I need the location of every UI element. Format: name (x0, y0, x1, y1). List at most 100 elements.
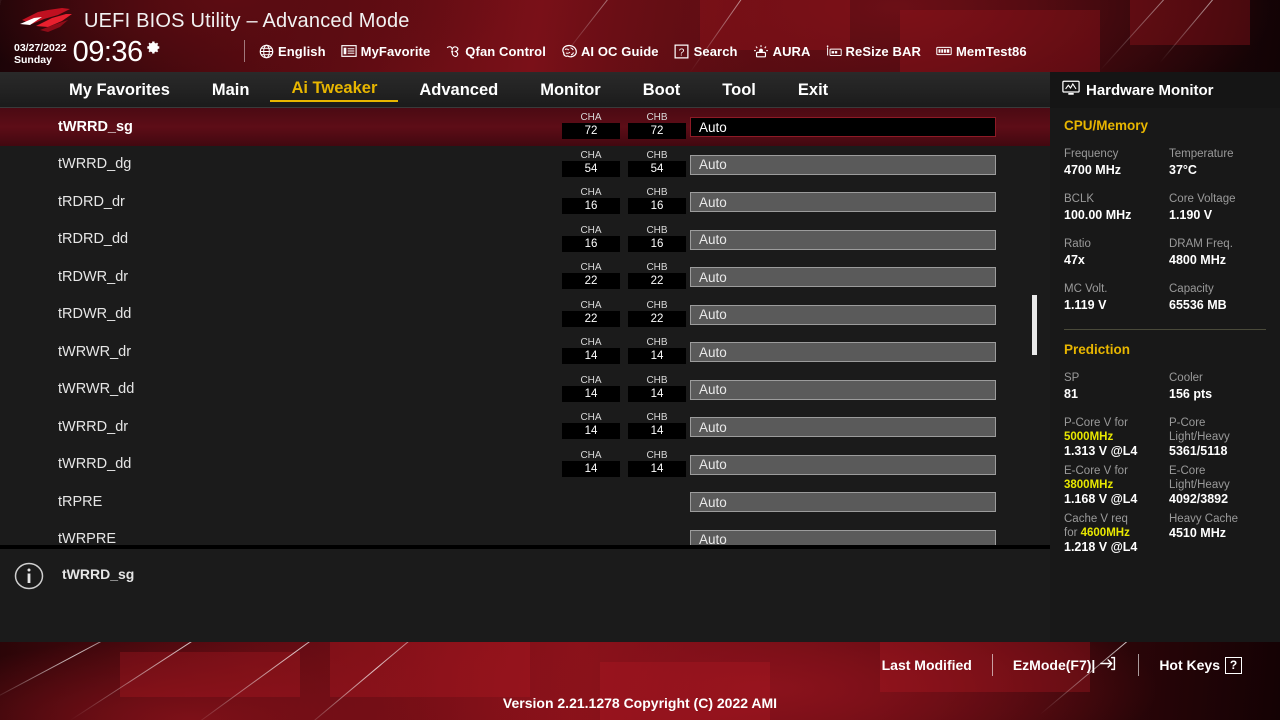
table-row[interactable]: tWRWR_dr CHA 14 CHB 14 Auto (0, 333, 1050, 371)
hotkeys-label: Hot Keys (1159, 657, 1220, 673)
hw-stat-value: 1.168 V @L4 (1064, 492, 1138, 506)
hotkeys-button[interactable]: Hot Keys ? (1139, 656, 1262, 674)
table-row[interactable]: tWRRD_dd CHA 14 CHB 14 Auto (0, 446, 1050, 484)
setting-value-field[interactable]: Auto (690, 117, 996, 137)
toolbar-item-qfan-control[interactable]: Qfan Control (445, 43, 546, 59)
table-row[interactable]: tWRPRE Auto (0, 521, 1050, 545)
hw-stat-value: 81 (1064, 387, 1078, 401)
channel-b-value: 22 (628, 310, 686, 327)
gear-icon[interactable] (144, 39, 161, 61)
current-day: Sunday (14, 54, 52, 66)
setting-label: tRDRD_dr (58, 193, 125, 210)
channel-values: CHA 22 CHB 22 (562, 262, 686, 289)
channel-a-label: CHA (580, 187, 602, 198)
menu-item-exit[interactable]: Exit (777, 79, 849, 101)
hw-stat-value: 1.119 V (1064, 298, 1107, 312)
toolbar-item-ai-oc-guide[interactable]: AI OC Guide (561, 43, 659, 59)
setting-value-field[interactable]: Auto (690, 529, 996, 545)
hardware-monitor-title: Hardware Monitor (1086, 81, 1214, 99)
channel-a-value: 14 (562, 460, 620, 477)
toolbar-item-aura[interactable]: AURA (753, 43, 811, 59)
setting-value-text: Auto (699, 419, 727, 435)
setting-value-field[interactable]: Auto (690, 342, 996, 362)
channel-a-value: 54 (562, 160, 620, 177)
hw-stat-key: MC Volt. (1064, 283, 1108, 295)
table-row[interactable]: tRPRE Auto (0, 483, 1050, 521)
ezmode-button[interactable]: EzMode(F7)| (993, 656, 1138, 674)
channel-b-value: 22 (628, 273, 686, 289)
setting-value-field[interactable]: Auto (690, 229, 996, 250)
last-modified-button[interactable]: Last Modified (862, 657, 992, 673)
toolbar-label: Search (693, 43, 738, 59)
table-row[interactable]: tWRWR_dd CHA 14 CHB 14 Auto (0, 371, 1050, 409)
menu-item-main[interactable]: Main (191, 79, 271, 101)
hw-stat-key: Heavy Cache (1169, 513, 1239, 525)
table-row[interactable]: tWRRD_sg CHA 72 CHB 72 Auto (0, 108, 1050, 146)
menu-item-ai-tweaker[interactable]: Ai Tweaker (270, 77, 399, 102)
menu-item-advanced[interactable]: Advanced (398, 79, 519, 101)
setting-value-text: Auto (699, 307, 727, 322)
channel-b-value: 14 (628, 423, 686, 439)
setting-value-field[interactable]: Auto (690, 267, 996, 287)
setting-value-field[interactable]: Auto (690, 417, 996, 437)
toolbar-item-resize-bar[interactable]: ReSize BAR (826, 43, 921, 59)
hw-stat-value: 37°C (1169, 163, 1197, 177)
table-row[interactable]: tWRRD_dr CHA 14 CHB 14 Auto (0, 408, 1050, 446)
hw-stat-heavy-cache: Heavy Cache 4510 MHz (1169, 512, 1266, 555)
toolbar-item-language[interactable]: English (258, 43, 326, 59)
channel-a: CHA 72 (562, 112, 620, 139)
toolbar-item-myfavorite[interactable]: MyFavorite (340, 43, 431, 59)
hw-stat-mc-volt: MC Volt. 1.119 V (1064, 282, 1161, 313)
info-icon (14, 561, 44, 591)
setting-value-field[interactable]: Auto (690, 304, 996, 325)
setting-label: tRPRE (58, 493, 103, 510)
date-time-display: 03/27/2022 Sunday 09:36 (14, 38, 161, 67)
toolbar-label: English (278, 43, 326, 59)
toolbar-item-memtest86[interactable]: MemTest86 (936, 43, 1027, 59)
channel-b: CHB 72 (628, 112, 686, 139)
hw-stat-value: 4700 MHz (1064, 163, 1121, 177)
brain-icon (561, 43, 577, 59)
table-row[interactable]: tWRRD_dg CHA 54 CHB 54 Auto (0, 146, 1050, 184)
channel-b-value: 16 (628, 235, 686, 252)
setting-label: tWRWR_dr (58, 343, 132, 360)
menu-item-tool[interactable]: Tool (701, 79, 777, 101)
scrollbar-thumb[interactable] (1032, 295, 1037, 355)
toolbar-item-search[interactable]: ? Search (674, 43, 738, 59)
settings-list[interactable]: tWRRD_sg CHA 72 CHB 72 Auto tWRRD_dg CHA (0, 108, 1050, 545)
table-row[interactable]: tRDWR_dr CHA 22 CHB 22 Auto (0, 258, 1050, 296)
menu-item-my-favorites[interactable]: My Favorites (48, 79, 191, 101)
scrollbar[interactable] (1032, 108, 1037, 545)
aura-light-icon (753, 43, 769, 59)
setting-value-field[interactable]: Auto (690, 192, 996, 212)
hw-stat-value: 47x (1064, 253, 1085, 267)
page-title: UEFI BIOS Utility – Advanced Mode (84, 10, 410, 32)
channel-b: CHB 14 (628, 450, 686, 477)
setting-value-field[interactable]: Auto (690, 454, 996, 475)
hw-stat-key: E-Core V for 3800MHz (1064, 465, 1128, 491)
setting-value-field[interactable]: Auto (690, 379, 996, 400)
table-row[interactable]: tRDRD_dr CHA 16 CHB 16 Auto (0, 183, 1050, 221)
channel-b-label: CHB (646, 224, 668, 236)
monitor-icon (1062, 80, 1080, 101)
toolbar-label: AI OC Guide (580, 43, 659, 59)
hw-stat-key: Capacity (1169, 283, 1214, 295)
ezmode-label: EzMode(F7)| (1012, 657, 1096, 673)
hw-stat-value: 156 pts (1169, 387, 1213, 401)
hw-stat-key-2: Light/Heavy (1169, 479, 1230, 491)
toolbar-label: MemTest86 (955, 43, 1027, 59)
menu-item-boot[interactable]: Boot (622, 79, 702, 101)
menu-item-monitor[interactable]: Monitor (519, 79, 621, 101)
help-bar: tWRRD_sg (0, 547, 1050, 642)
setting-value-text: Auto (699, 494, 727, 510)
table-row[interactable]: tRDWR_dd CHA 22 CHB 22 Auto (0, 296, 1050, 334)
channel-a-label: CHA (580, 224, 602, 236)
setting-label: tRDWR_dd (58, 306, 132, 323)
table-row[interactable]: tRDRD_dd CHA 16 CHB 16 Auto (0, 221, 1050, 259)
setting-value-field[interactable]: Auto (690, 492, 996, 512)
hw-stat-value: 1.313 V @L4 (1064, 444, 1138, 458)
channel-b-value: 16 (628, 198, 686, 214)
channel-b-value: 14 (628, 385, 686, 402)
hw-stat-key-2: for 4600MHz (1064, 527, 1130, 539)
setting-value-field[interactable]: Auto (690, 154, 996, 175)
